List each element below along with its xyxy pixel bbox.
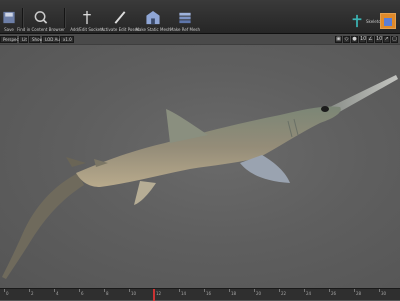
find-in-browser-button[interactable]: Find in Content Browser xyxy=(17,1,65,32)
viewport-option-button[interactable]: 10 xyxy=(359,36,366,43)
skeleton-mode-icon[interactable] xyxy=(350,14,364,28)
timeline-tick xyxy=(254,289,255,292)
timeline-tick-label: 18 xyxy=(231,291,237,296)
timeline-tick xyxy=(79,289,80,292)
lod-button[interactable]: LOD Auto xyxy=(42,36,64,43)
timeline-tick xyxy=(54,289,55,292)
viewport-option-button[interactable]: ▢ xyxy=(391,36,398,43)
lit-button[interactable]: Lit xyxy=(19,36,28,43)
socket-icon xyxy=(83,10,91,25)
speed-button[interactable]: x1.0 xyxy=(60,36,74,43)
timeline-tick-label: 12 xyxy=(156,291,162,296)
skeleton-mode-group: Skeleton xyxy=(350,12,383,30)
timeline-tick xyxy=(304,289,305,292)
sockets-button[interactable]: Add/Edit Sockets xyxy=(70,1,104,32)
viewport-toolbar: Perspective Lit Show LOD Auto x1.0 ▣ ◇ ●… xyxy=(0,34,400,45)
viewport-option-button[interactable]: ∠ xyxy=(367,36,374,43)
timeline-tick xyxy=(329,289,330,292)
ref-mesh-button[interactable]: Make Ref Mesh xyxy=(170,1,200,32)
timeline-tick-label: 10 xyxy=(131,291,137,296)
perspective-button[interactable]: Perspective xyxy=(0,36,26,43)
static-mesh-icon xyxy=(146,10,160,25)
timeline-tick-label: 20 xyxy=(256,291,262,296)
edit-pose-icon xyxy=(114,11,126,24)
timeline-tick xyxy=(204,289,205,292)
mode-thumbnail[interactable] xyxy=(380,13,396,29)
speed-label: x1.0 xyxy=(63,37,72,42)
timeline-tick xyxy=(279,289,280,292)
timeline-tick-label: 2 xyxy=(31,291,34,296)
timeline-tick xyxy=(4,289,5,292)
ref-mesh-icon xyxy=(179,12,191,24)
timeline-tick-label: 26 xyxy=(331,291,337,296)
show-button[interactable]: Show xyxy=(29,36,43,43)
timeline-tick xyxy=(129,289,130,292)
viewport-option-button[interactable]: 10 xyxy=(375,36,382,43)
viewport-option-button[interactable]: ↗ xyxy=(383,36,390,43)
timeline-tick xyxy=(179,289,180,292)
timeline-tick xyxy=(379,289,380,292)
edit-pose-label: Activate Edit Poses xyxy=(100,27,140,32)
thumbnail-icon xyxy=(384,18,392,26)
find-in-browser-icon xyxy=(34,11,48,24)
toolbar-separator xyxy=(64,8,66,28)
viewport-option-button[interactable]: ▣ xyxy=(335,36,342,43)
viewport-option-button[interactable]: ◇ xyxy=(343,36,350,43)
save-button[interactable]: Save xyxy=(0,1,18,32)
timeline-tick-label: 22 xyxy=(281,291,287,296)
static-mesh-button[interactable]: Make Static Mesh xyxy=(135,1,171,32)
timeline-tick xyxy=(104,289,105,292)
timeline-tick-label: 28 xyxy=(356,291,362,296)
timeline-tick-label: 6 xyxy=(81,291,84,296)
ref-mesh-label: Make Ref Mesh xyxy=(169,27,201,32)
timeline-tick-label: 24 xyxy=(306,291,312,296)
viewport-option-button[interactable]: ● xyxy=(351,36,358,43)
timeline-tick-label: 14 xyxy=(181,291,187,296)
static-mesh-label: Make Static Mesh xyxy=(135,27,171,32)
editor-toolbar: Save Find in Content Browser Add/Edit So… xyxy=(0,0,400,34)
toolbar-separator xyxy=(22,8,24,28)
timeline-tick-label: 8 xyxy=(106,291,109,296)
sockets-label: Add/Edit Sockets xyxy=(70,27,104,32)
timeline-tick-label: 0 xyxy=(6,291,9,296)
save-icon xyxy=(3,11,15,24)
find-in-browser-label: Find in Content Browser xyxy=(17,27,65,32)
timeline-tick xyxy=(29,289,30,292)
timeline-tick xyxy=(229,289,230,292)
timeline-tick-label: 16 xyxy=(206,291,212,296)
timeline-tick-label: 4 xyxy=(56,291,59,296)
shark-model xyxy=(2,75,398,279)
lit-label: Lit xyxy=(22,37,27,42)
edit-pose-button[interactable]: Activate Edit Poses xyxy=(100,1,140,32)
timeline-tick-label: 30 xyxy=(381,291,387,296)
timeline-tick xyxy=(354,289,355,292)
timeline-playhead[interactable] xyxy=(153,289,155,301)
save-label: Save xyxy=(4,27,14,32)
3d-viewport[interactable] xyxy=(0,45,400,288)
animation-timeline[interactable]: 0 2 4 6 8 10 12 14 16 18 20 22 24 26 28 30 xyxy=(0,288,400,301)
